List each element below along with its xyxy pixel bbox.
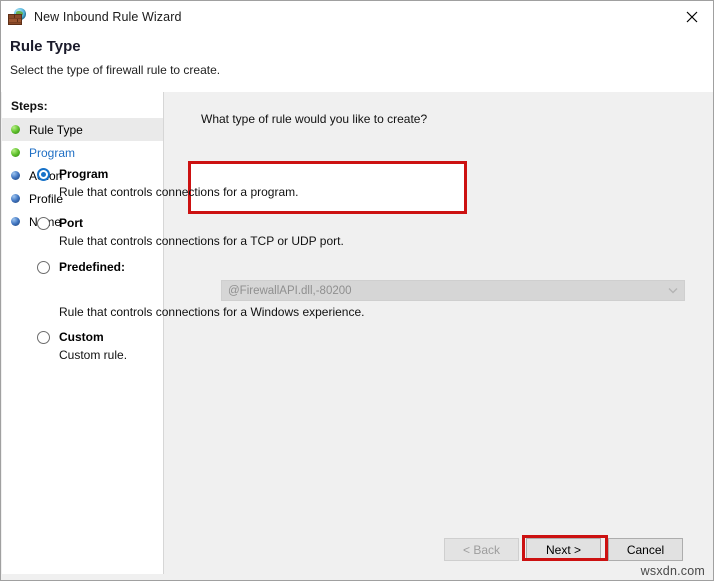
radio-option-description: Rule that controls connections for a pro… [59, 185, 517, 199]
footer-buttons: < Back Next > Cancel [165, 528, 714, 574]
radio-predefined[interactable] [37, 261, 50, 274]
radio-option-label: Program [59, 167, 108, 181]
page-subtitle: Select the type of firewall rule to crea… [10, 63, 220, 77]
radio-option-description: Rule that controls connections for a TCP… [59, 234, 517, 248]
radio-option-custom[interactable]: Custom Custom rule. [37, 330, 517, 362]
predefined-description-wrap: Rule that controls connections for a Win… [37, 305, 517, 319]
sidebar-item-rule-type[interactable]: Rule Type [2, 118, 163, 141]
sidebar-item-program[interactable]: Program [2, 141, 163, 164]
back-button[interactable]: < Back [444, 538, 519, 561]
radio-option-label: Port [59, 216, 83, 230]
radio-option-predefined[interactable]: Predefined: [37, 260, 517, 274]
radio-option-port[interactable]: Port Rule that controls connections for … [37, 216, 517, 248]
step-bullet-icon [11, 194, 20, 203]
predefined-combo-value: @FirewallAPI.dll,-80200 [228, 285, 662, 297]
step-bullet-icon [11, 217, 20, 226]
radio-option-description: Rule that controls connections for a Win… [59, 305, 517, 319]
radio-custom[interactable] [37, 331, 50, 344]
next-button[interactable]: Next > [526, 538, 601, 561]
predefined-combo-box[interactable]: @FirewallAPI.dll,-80200 [221, 280, 685, 301]
cancel-button[interactable]: Cancel [608, 538, 683, 561]
watermark: wsxdn.com [641, 564, 705, 578]
radio-option-label: Custom [59, 330, 104, 344]
radio-port[interactable] [37, 217, 50, 230]
chevron-down-icon [662, 287, 684, 294]
window-title: New Inbound Rule Wizard [34, 10, 182, 24]
page-header: Rule Type Select the type of firewall ru… [1, 33, 714, 92]
sidebar-item-label: Rule Type [29, 123, 83, 137]
firewall-globe-icon [8, 8, 26, 26]
page-title: Rule Type [10, 38, 81, 55]
step-bullet-icon [11, 171, 20, 180]
steps-heading: Steps: [11, 99, 48, 113]
step-bullet-icon [11, 148, 20, 157]
new-inbound-rule-wizard-window: New Inbound Rule Wizard Rule Type Select… [0, 0, 714, 581]
radio-option-program[interactable]: Program Rule that controls connections f… [37, 167, 517, 199]
titlebar: New Inbound Rule Wizard [1, 1, 714, 33]
question-text: What type of rule would you like to crea… [201, 112, 427, 126]
radio-option-description: Custom rule. [59, 348, 517, 362]
step-bullet-icon [11, 125, 20, 134]
close-icon[interactable] [669, 1, 714, 32]
sidebar-item-label: Program [29, 146, 75, 160]
radio-program[interactable] [37, 168, 50, 181]
radio-option-label: Predefined: [59, 260, 125, 274]
